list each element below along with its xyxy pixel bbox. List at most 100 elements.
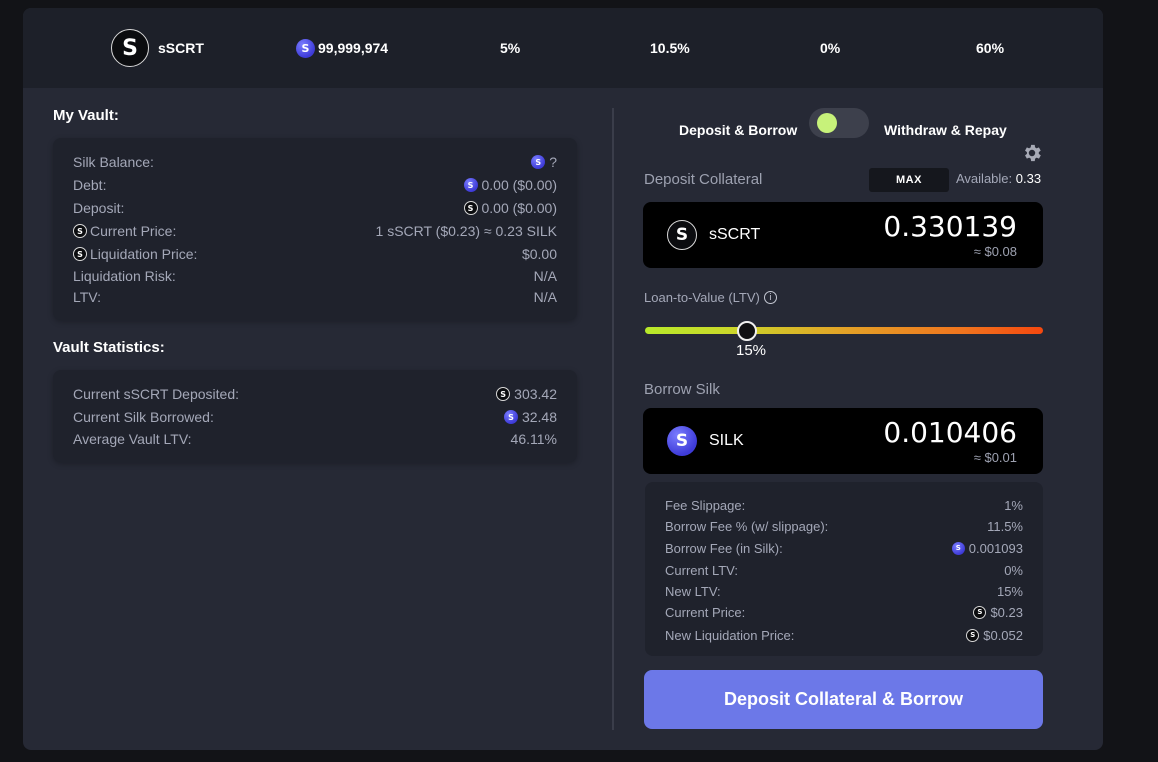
fee-value: 11.5% <box>987 518 1023 534</box>
stats-row-average-ltv: Average Vault LTV: 46.11% <box>73 430 557 448</box>
fee-value: 1% <box>1004 497 1023 513</box>
fee-label: New Liquidation Price: <box>665 627 795 643</box>
row-label: Liquidation Risk: <box>73 268 176 284</box>
silk-coin-icon: S <box>503 410 518 424</box>
sscrt-coin-icon: S <box>463 201 478 215</box>
row-value: 0.00 ($0.00) <box>481 200 558 216</box>
silk-coin-icon: S <box>463 178 478 192</box>
vault-row-liquidation-price: S Liquidation Price: $0.00 <box>73 245 557 263</box>
row-value: ? <box>549 154 557 170</box>
deposit-amount-field[interactable]: S sSCRT 0.330139 ≈ $0.08 <box>643 202 1043 268</box>
row-label: Deposit: <box>73 200 125 216</box>
fee-label: Current Price: <box>665 604 746 620</box>
fee-value: $0.052 <box>983 627 1023 643</box>
row-value: 46.11% <box>510 431 557 447</box>
sscrt-coin-icon: S <box>966 628 980 642</box>
row-value: N/A <box>533 289 557 305</box>
sscrt-coin-icon: S <box>111 29 149 67</box>
fee-row: New LTV: 15% <box>665 583 1023 599</box>
token-pair: S sSCRT <box>111 8 204 88</box>
my-vault-card: Silk Balance: S? Debt: S 0.00 ($0.00) Dep… <box>53 138 577 320</box>
vault-statistics-card: Current sSCRT Deposited: S 303.42 Current… <box>53 370 577 462</box>
info-icon[interactable]: i <box>763 291 777 304</box>
sscrt-coin-icon: S <box>667 220 697 250</box>
max-button[interactable]: MAX <box>869 168 949 192</box>
fee-row: Borrow Fee (in Silk): S 0.001093 <box>665 540 1023 556</box>
ltv-slider-handle[interactable] <box>737 321 757 341</box>
row-label: LTV: <box>73 289 102 305</box>
row-value: 1 sSCRT ($0.23) ≈ 0.23 SILK <box>375 223 557 239</box>
silk-supply: S 99,999,974 <box>296 8 388 88</box>
stat-value: 0% <box>820 40 841 56</box>
row-label: Current Silk Borrowed: <box>73 409 214 425</box>
available-balance: Available: 0.33 <box>956 171 1041 186</box>
fee-label: Fee Slippage: <box>665 497 746 513</box>
mode-deposit-borrow-label[interactable]: Deposit & Borrow <box>679 122 797 138</box>
fee-value: 0% <box>1004 562 1023 578</box>
fee-label: New LTV: <box>665 583 721 599</box>
silk-coin-icon: S <box>296 38 315 58</box>
fee-value: 0.001093 <box>968 540 1023 556</box>
ltv-label-row: Loan-to-Value (LTV) i <box>644 290 777 305</box>
fee-summary-card: Fee Slippage: 1% Borrow Fee % (w/ slippa… <box>645 482 1043 656</box>
stat-value: 10.5% <box>650 40 690 56</box>
mode-withdraw-repay-label[interactable]: Withdraw & Repay <box>884 122 1007 138</box>
fee-label: Borrow Fee (in Silk): <box>665 540 783 556</box>
available-label: Available: <box>956 171 1013 186</box>
row-value: 303.42 <box>514 386 557 402</box>
sscrt-coin-icon: S <box>973 605 987 619</box>
fee-row: Current Price: S $0.23 <box>665 604 1023 620</box>
row-label: Average Vault LTV: <box>73 431 192 447</box>
fee-row: New Liquidation Price: S $0.052 <box>665 627 1023 643</box>
silk-coin-icon: S <box>667 426 697 456</box>
stat-value: 5% <box>500 40 521 56</box>
silk-coin-icon: S <box>531 155 546 169</box>
fee-value: $0.23 <box>990 604 1023 620</box>
deposit-token-name: sSCRT <box>709 226 761 243</box>
ltv-slider-value: 15% <box>736 342 767 359</box>
row-value: 32.48 <box>521 409 557 425</box>
column-divider <box>612 108 614 730</box>
fee-row: Borrow Fee % (w/ slippage): 11.5% <box>665 518 1023 534</box>
vault-row-debt: Debt: S 0.00 ($0.00) <box>73 176 557 194</box>
vault-row-silk-balance: Silk Balance: S? <box>73 153 557 171</box>
row-label: Liquidation Price: <box>90 246 198 262</box>
toggle-knob <box>817 113 837 133</box>
deposit-collateral-title: Deposit Collateral <box>644 171 763 188</box>
row-label: Debt: <box>73 177 107 193</box>
sscrt-coin-icon: S <box>73 247 87 261</box>
vault-stats-bar: S sSCRT S 99,999,974 5% 10.5% 0% 60% <box>23 8 1103 88</box>
ltv-label: Loan-to-Value (LTV) <box>644 290 760 305</box>
ltv-slider-track[interactable] <box>645 327 1043 334</box>
row-label: Silk Balance: <box>73 154 154 170</box>
vault-statistics-title: Vault Statistics: <box>53 339 165 356</box>
gear-icon[interactable] <box>1021 142 1043 164</box>
sscrt-coin-icon: S <box>73 224 87 238</box>
borrow-amount-field[interactable]: S SILK 0.010406 ≈ $0.01 <box>643 408 1043 474</box>
silk-supply-value: 99,999,974 <box>318 40 389 56</box>
stats-row-deposited: Current sSCRT Deposited: S 303.42 <box>73 385 557 403</box>
row-label: Current Price: <box>90 223 177 239</box>
stats-row-borrowed: Current Silk Borrowed: S 32.48 <box>73 408 557 426</box>
mode-toggle[interactable] <box>809 108 869 138</box>
row-value: $0.00 <box>521 246 557 262</box>
borrow-token: S SILK <box>667 408 744 474</box>
row-label: Current sSCRT Deposited: <box>73 386 239 402</box>
stat-value: 60% <box>976 40 1005 56</box>
deposit-borrow-button[interactable]: Deposit Collateral & Borrow <box>644 670 1043 729</box>
borrow-usd-value: ≈ $0.01 <box>973 450 1017 465</box>
vault-row-deposit: Deposit: S 0.00 ($0.00) <box>73 199 557 217</box>
silk-coin-icon: S <box>951 541 965 555</box>
fee-row: Current LTV: 0% <box>665 562 1023 578</box>
fee-value: 15% <box>996 583 1023 599</box>
vault-panel: S sSCRT S 99,999,974 5% 10.5% 0% 60% My … <box>23 8 1103 750</box>
deposit-amount-input[interactable]: 0.330139 <box>883 210 1017 243</box>
row-value: 0.00 ($0.00) <box>481 177 558 193</box>
vault-row-liquidation-risk: Liquidation Risk: N/A <box>73 267 557 285</box>
fee-row: Fee Slippage: 1% <box>665 497 1023 513</box>
borrow-silk-title: Borrow Silk <box>644 381 720 398</box>
deposit-token: S sSCRT <box>667 202 760 268</box>
borrow-amount-input[interactable]: 0.010406 <box>883 416 1017 449</box>
borrow-token-name: SILK <box>709 432 744 449</box>
vault-row-current-price: S Current Price: 1 sSCRT ($0.23) ≈ 0.23 S… <box>73 222 557 240</box>
